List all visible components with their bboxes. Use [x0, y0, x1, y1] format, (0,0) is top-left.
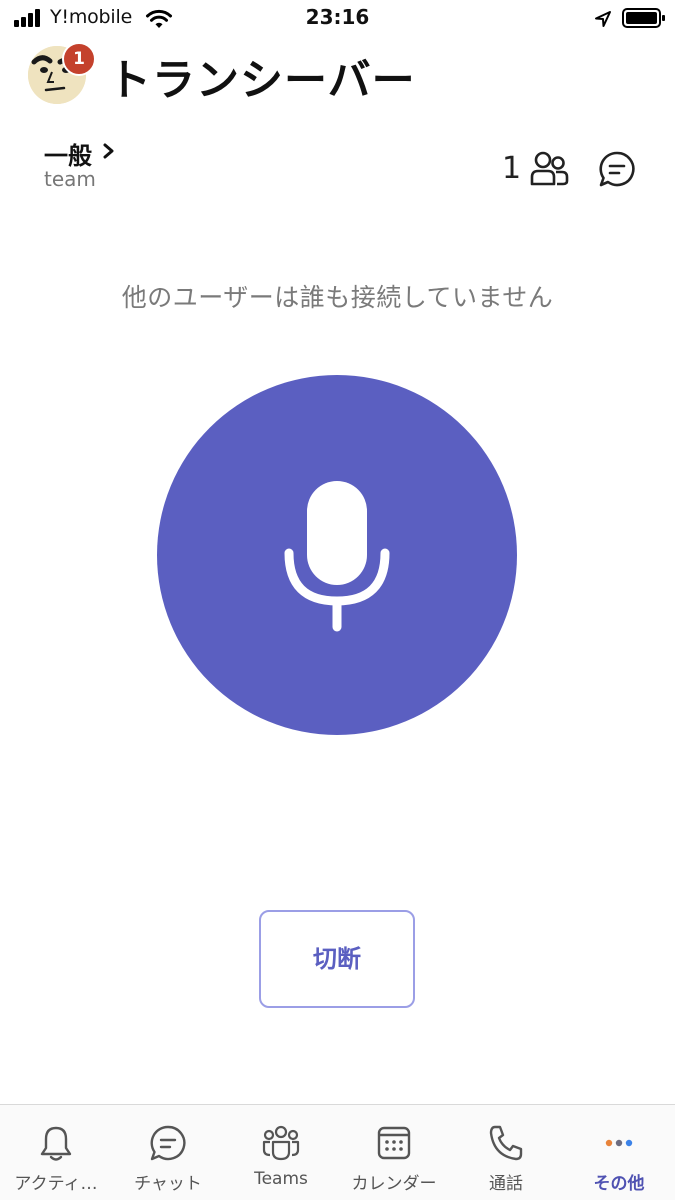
- status-bar: Y!mobile 23:16: [0, 0, 675, 36]
- teams-icon: [262, 1125, 300, 1161]
- tab-activity[interactable]: アクティ…: [0, 1105, 112, 1200]
- battery-icon: [622, 8, 665, 28]
- tab-calendar[interactable]: カレンダー: [338, 1105, 450, 1200]
- more-icon: [605, 1139, 633, 1147]
- screen: Y!mobile 23:16 1 トランシーバー 一般 team 1 他のユーザ…: [0, 0, 675, 1200]
- tab-more[interactable]: その他: [563, 1105, 675, 1200]
- participants-icon[interactable]: [529, 150, 569, 188]
- chat-icon: [150, 1125, 186, 1161]
- bell-icon: [40, 1126, 72, 1161]
- tab-teams[interactable]: Teams: [225, 1105, 337, 1200]
- calendar-icon: [377, 1126, 411, 1160]
- tab-chat[interactable]: チャット: [112, 1105, 224, 1200]
- team-label: team: [44, 167, 96, 191]
- tab-bar: アクティ… チャット Teams カレンダー 通話 その他: [0, 1104, 675, 1200]
- tab-label: チャット: [134, 1174, 202, 1194]
- tab-label: 通話: [489, 1174, 523, 1194]
- disconnect-button[interactable]: 切断: [259, 910, 415, 1008]
- tab-label: カレンダー: [351, 1174, 437, 1194]
- phone-icon: [489, 1125, 523, 1161]
- tab-label: アクティ…: [14, 1174, 98, 1194]
- no-users-message: 他のユーザーは誰も接続していません: [121, 283, 554, 312]
- location-arrow-icon: [595, 11, 611, 27]
- status-time: 23:16: [305, 5, 370, 29]
- notification-badge: 1: [62, 42, 96, 76]
- tab-calls[interactable]: 通話: [450, 1105, 562, 1200]
- participant-count[interactable]: 1: [502, 151, 521, 186]
- page-title: トランシーバー: [108, 56, 416, 106]
- chevron-right-icon[interactable]: [102, 142, 116, 160]
- tab-label: その他: [593, 1174, 645, 1194]
- chat-bubble-icon[interactable]: [598, 150, 636, 188]
- push-to-talk-button[interactable]: [157, 375, 517, 735]
- microphone-icon: [284, 481, 390, 632]
- tab-label: Teams: [254, 1169, 308, 1189]
- channel-name[interactable]: 一般: [44, 136, 92, 171]
